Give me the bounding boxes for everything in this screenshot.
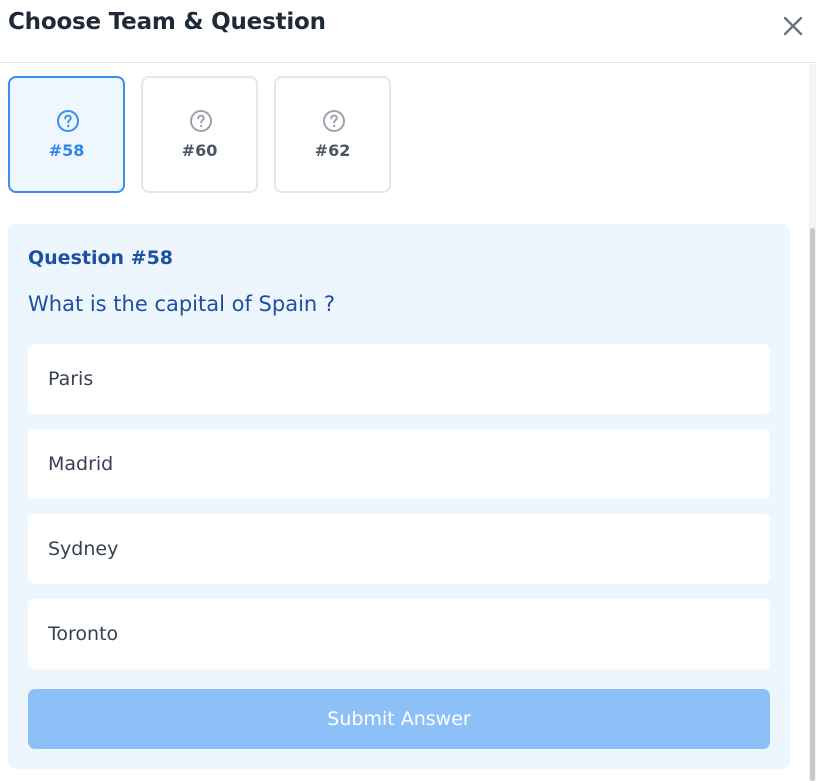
dialog-header: Choose Team & Question bbox=[0, 0, 816, 63]
tab-label: #58 bbox=[48, 141, 85, 160]
question-circle-icon bbox=[57, 110, 79, 132]
dialog-title: Choose Team & Question bbox=[8, 9, 326, 35]
answer-option-toronto[interactable]: Toronto bbox=[28, 599, 770, 669]
tab-label: #62 bbox=[314, 141, 351, 160]
answer-option-sydney[interactable]: Sydney bbox=[28, 514, 770, 584]
answer-option-madrid[interactable]: Madrid bbox=[28, 429, 770, 499]
question-circle-icon bbox=[190, 110, 212, 132]
scrollbar-thumb[interactable] bbox=[810, 228, 815, 781]
answer-option-paris[interactable]: Paris bbox=[28, 344, 770, 414]
question-tabs: #58 #60 #62 bbox=[8, 76, 407, 193]
tab-question-62[interactable]: #62 bbox=[274, 76, 391, 193]
submit-answer-button[interactable]: Submit Answer bbox=[28, 689, 770, 749]
question-circle-icon bbox=[323, 110, 345, 132]
tab-question-60[interactable]: #60 bbox=[141, 76, 258, 193]
question-text: What is the capital of Spain ? bbox=[28, 292, 336, 316]
question-number: Question #58 bbox=[28, 247, 174, 269]
tab-question-58[interactable]: #58 bbox=[8, 76, 125, 193]
tab-label: #60 bbox=[181, 141, 218, 160]
close-icon bbox=[783, 16, 803, 36]
question-card: Question #58 What is the capital of Spai… bbox=[8, 224, 790, 769]
close-button[interactable] bbox=[779, 12, 807, 40]
dialog-body: #58 #60 #62 Question #58 What is the cap… bbox=[0, 64, 808, 781]
choose-question-dialog: Choose Team & Question #58 #60 #62 Quest… bbox=[0, 0, 816, 781]
